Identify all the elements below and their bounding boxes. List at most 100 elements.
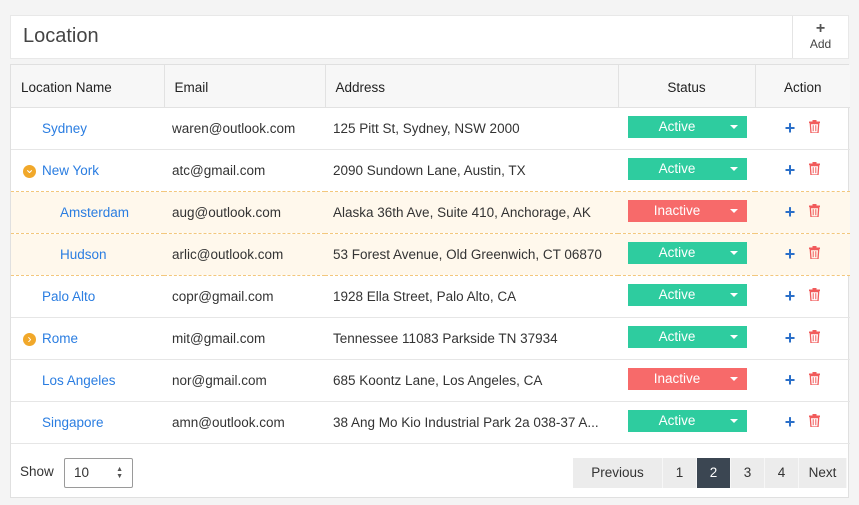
location-name-cell: Hudson (11, 233, 164, 276)
location-name-cell: Singapore (11, 401, 164, 444)
table-row: Los Angeles nor@gmail.com 685 Koontz Lane,… (11, 359, 850, 402)
action-cell: + (755, 191, 850, 234)
trash-icon[interactable] (809, 120, 821, 136)
email-cell: aug@outlook.com (164, 191, 325, 234)
status-cell: Active (618, 149, 755, 192)
address-cell: Alaska 36th Ave, Suite 410, Anchorage, A… (325, 191, 618, 234)
status-dropdown[interactable]: Active (628, 115, 747, 138)
location-name-cell: Amsterdam (11, 191, 164, 234)
location-name-link[interactable]: Singapore (19, 415, 104, 430)
column-header-address[interactable]: Address (325, 65, 619, 108)
chevron-right-circle-icon[interactable]: › (23, 332, 36, 346)
location-table: Location Name Email Address Status Actio… (11, 65, 850, 444)
table-row: Singapore amn@outlook.com 38 Ang Mo Kio In… (11, 401, 850, 444)
status-dropdown[interactable]: Active (628, 325, 747, 348)
table-row: › Rome mit@gmail.com Tennessee 11083 Parksi… (11, 317, 850, 360)
page-button-3[interactable]: 3 (731, 458, 765, 488)
status-label: Inactive (653, 370, 701, 386)
trash-icon[interactable] (809, 162, 821, 178)
status-dropdown[interactable]: Active (628, 283, 747, 306)
address-cell: 2090 Sundown Lane, Austin, TX (325, 149, 618, 192)
location-name-link[interactable]: Amsterdam (19, 205, 129, 220)
action-cell: + (755, 107, 850, 150)
panel-header: Location + Add (10, 15, 849, 59)
plus-icon[interactable]: + (785, 245, 796, 263)
email-cell: waren@outlook.com (164, 107, 325, 150)
plus-icon[interactable]: + (785, 287, 796, 305)
address-cell: 685 Koontz Lane, Los Angeles, CA (325, 359, 618, 402)
table-header-row: Location Name Email Address Status Actio… (11, 65, 850, 108)
status-label: Active (658, 286, 696, 302)
trash-icon[interactable] (809, 288, 821, 304)
trash-icon[interactable] (809, 372, 821, 388)
status-dropdown[interactable]: Active (628, 157, 747, 180)
location-name-link[interactable]: Hudson (19, 247, 107, 262)
caret-down-icon (730, 124, 738, 129)
status-dropdown[interactable]: Inactive (628, 199, 747, 222)
status-label: Active (658, 118, 696, 134)
add-label: Add (809, 37, 832, 51)
location-name-cell: › Rome (11, 317, 164, 360)
trash-icon[interactable] (809, 204, 821, 220)
status-dropdown[interactable]: Active (628, 241, 747, 264)
trash-icon[interactable] (809, 246, 821, 262)
table-row: Hudson arlic@outlook.com 53 Forest Avenue,… (11, 233, 850, 276)
page-button-1[interactable]: 1 (663, 458, 697, 488)
column-header-email[interactable]: Email (164, 65, 326, 108)
column-header-status[interactable]: Status (618, 65, 756, 108)
page-size-select[interactable]: 10 ▲ ▼ (64, 458, 133, 488)
location-name-link[interactable]: Sydney (19, 121, 87, 136)
chevron-down-circle-icon[interactable]: ⌄ (23, 163, 36, 178)
email-cell: atc@gmail.com (164, 149, 325, 192)
action-cell: + (755, 401, 850, 444)
email-cell: nor@gmail.com (164, 359, 325, 402)
page-button-4[interactable]: 4 (765, 458, 799, 488)
plus-icon[interactable]: + (785, 329, 796, 347)
caret-down-icon (730, 376, 738, 381)
caret-down-icon (730, 418, 738, 423)
caret-down-icon (730, 208, 738, 213)
add-location-button[interactable]: + Add (792, 16, 848, 58)
location-name-link[interactable]: Palo Alto (19, 289, 95, 304)
action-cell: + (755, 233, 850, 276)
plus-icon[interactable]: + (785, 161, 796, 179)
plus-icon[interactable]: + (785, 371, 796, 389)
caret-down-icon (730, 166, 738, 171)
status-cell: Inactive (618, 191, 755, 234)
page-size-value: 10 (74, 465, 90, 480)
address-cell: 38 Ang Mo Kio Industrial Park 2a 038-37 … (325, 401, 618, 444)
status-cell: Active (618, 107, 755, 150)
plus-icon[interactable]: + (785, 413, 796, 431)
action-cell: + (755, 317, 850, 360)
caret-down-icon (730, 250, 738, 255)
location-name-cell: Palo Alto (11, 275, 164, 318)
status-cell: Active (618, 401, 755, 444)
status-dropdown[interactable]: Inactive (628, 367, 747, 390)
status-cell: Active (618, 233, 755, 276)
location-panel: Location + Add Location Name Email Addre… (0, 0, 859, 505)
column-header-action: Action (755, 65, 850, 108)
address-cell: Tennessee 11083 Parkside TN 37934 (325, 317, 618, 360)
trash-icon[interactable] (809, 330, 821, 346)
status-label: Active (658, 244, 696, 260)
plus-icon: + (815, 20, 826, 37)
status-dropdown[interactable]: Active (628, 409, 747, 432)
sort-arrows-icon: ▲ ▼ (116, 466, 123, 480)
plus-icon[interactable]: + (785, 203, 796, 221)
next-page-button[interactable]: Next (799, 458, 847, 488)
column-header-location-name[interactable]: Location Name (11, 65, 165, 108)
status-cell: Active (618, 317, 755, 360)
table-row: Palo Alto copr@gmail.com 1928 Ella Street,… (11, 275, 850, 318)
action-cell: + (755, 275, 850, 318)
location-name-link[interactable]: Los Angeles (19, 373, 116, 388)
location-table-container: Location Name Email Address Status Actio… (10, 64, 850, 498)
table-footer: Show 10 ▲ ▼ Previous 1 2 3 4 Next (11, 447, 848, 497)
trash-icon[interactable] (809, 414, 821, 430)
action-cell: + (755, 149, 850, 192)
plus-icon[interactable]: + (785, 119, 796, 137)
status-label: Active (658, 412, 696, 428)
table-row: Amsterdam aug@outlook.com Alaska 36th Ave,… (11, 191, 850, 234)
previous-page-button[interactable]: Previous (573, 458, 663, 488)
page-title: Location (23, 25, 99, 47)
page-button-2[interactable]: 2 (697, 458, 731, 488)
